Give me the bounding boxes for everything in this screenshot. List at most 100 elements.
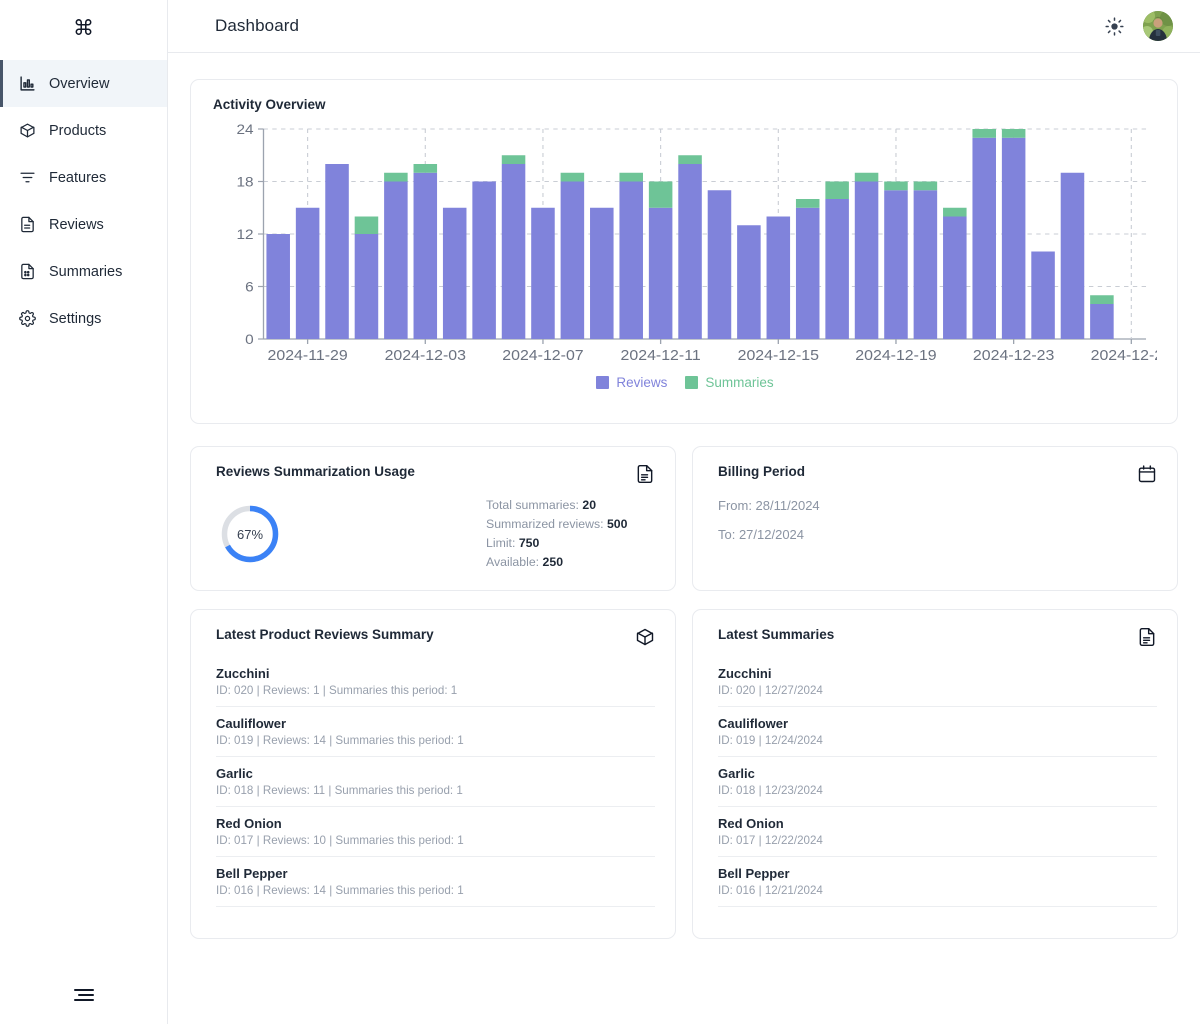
svg-text:2024-12-07: 2024-12-07 — [502, 348, 583, 364]
sidebar-item-label: Products — [49, 123, 106, 139]
topbar-actions — [1103, 11, 1173, 41]
card-header: Billing Period — [718, 464, 1157, 484]
list-item-name: Red Onion — [718, 816, 1157, 831]
legend-swatch-reviews — [596, 376, 609, 389]
list-item-name: Red Onion — [216, 816, 655, 831]
list-item[interactable]: Red Onion ID: 017 | Reviews: 10 | Summar… — [216, 807, 655, 857]
usage-stat-value: 250 — [543, 555, 564, 569]
card-title: Latest Summaries — [718, 627, 834, 642]
activity-overview-card: Activity Overview 061218242024-11-292024… — [190, 79, 1178, 424]
metrics-row: Reviews Summarization Usage — [190, 446, 1178, 591]
calendar-icon — [1137, 464, 1157, 484]
card-title: Activity Overview — [213, 97, 1157, 112]
dashboard-content: Activity Overview 061218242024-11-292024… — [168, 53, 1200, 1024]
list-item[interactable]: Zucchini ID: 020 | Reviews: 1 | Summarie… — [216, 657, 655, 707]
list-item-meta: ID: 019 | Reviews: 14 | Summaries this p… — [216, 734, 655, 747]
list-item-meta: ID: 019 | 12/24/2024 — [718, 734, 1157, 747]
card-title: Reviews Summarization Usage — [216, 464, 415, 479]
usage-stat-label: Summarized reviews: — [486, 517, 604, 531]
list-item-meta: ID: 018 | 12/23/2024 — [718, 784, 1157, 797]
svg-text:2024-12-23: 2024-12-23 — [973, 348, 1054, 364]
svg-text:2024-12-27: 2024-12-27 — [1091, 348, 1157, 364]
list-item-meta: ID: 016 | 12/21/2024 — [718, 884, 1157, 897]
sun-icon[interactable] — [1103, 15, 1125, 37]
list-item-name: Zucchini — [718, 666, 1157, 681]
list-item-name: Garlic — [718, 766, 1157, 781]
usage-stats: Total summaries: 20 Summarized reviews: … — [486, 496, 628, 572]
reviews-summarization-usage-card: Reviews Summarization Usage — [190, 446, 676, 591]
main-area: Dashboard — [168, 0, 1200, 1024]
usage-stat-value: 500 — [607, 517, 628, 531]
list-item[interactable]: Cauliflower ID: 019 | 12/24/2024 — [718, 707, 1157, 757]
list-item-name: Cauliflower — [216, 716, 655, 731]
legend-label-summaries: Summaries — [705, 375, 773, 390]
svg-text:0: 0 — [245, 333, 254, 348]
usage-stat-row: Available: 250 — [486, 553, 628, 572]
filter-icon — [19, 169, 36, 186]
billing-from-line: From: 28/11/2024 — [718, 498, 1157, 513]
card-title: Latest Product Reviews Summary — [216, 627, 434, 642]
sidebar-item-settings[interactable]: Settings — [0, 295, 167, 342]
sidebar-logo[interactable]: ⌘ — [0, 0, 167, 56]
sidebar-item-features[interactable]: Features — [0, 154, 167, 201]
collapse-menu-icon[interactable] — [71, 984, 97, 1006]
sidebar-item-summaries[interactable]: Summaries — [0, 248, 167, 295]
gear-icon — [19, 310, 36, 327]
card-title: Billing Period — [718, 464, 805, 479]
list-item-meta: ID: 020 | Reviews: 1 | Summaries this pe… — [216, 684, 655, 697]
sidebar-nav: Overview Products Features — [0, 60, 167, 342]
sidebar-item-label: Features — [49, 170, 106, 186]
legend-item-summaries[interactable]: Summaries — [685, 375, 773, 390]
summaries-list: Zucchini ID: 020 | 12/27/2024 Cauliflowe… — [718, 657, 1157, 907]
list-item[interactable]: Bell Pepper ID: 016 | Reviews: 14 | Summ… — [216, 857, 655, 907]
svg-text:6: 6 — [245, 280, 254, 295]
avatar[interactable] — [1143, 11, 1173, 41]
sidebar-footer — [0, 984, 167, 1006]
latest-product-reviews-card: Latest Product Reviews Summary Zucchini … — [190, 609, 676, 939]
sidebar-item-label: Overview — [49, 76, 109, 92]
latest-summaries-card: Latest Summaries Zucchini ID: 020 | 12/2… — [692, 609, 1178, 939]
list-item[interactable]: Red Onion ID: 017 | 12/22/2024 — [718, 807, 1157, 857]
usage-stat-value: 20 — [582, 498, 596, 512]
usage-stat-label: Limit: — [486, 536, 515, 550]
list-item-meta: ID: 017 | 12/22/2024 — [718, 834, 1157, 847]
legend-swatch-summaries — [685, 376, 698, 389]
sidebar-item-overview[interactable]: Overview — [0, 60, 167, 107]
list-item[interactable]: Garlic ID: 018 | 12/23/2024 — [718, 757, 1157, 807]
file-grid-icon — [19, 263, 36, 280]
list-item[interactable]: Zucchini ID: 020 | 12/27/2024 — [718, 657, 1157, 707]
svg-text:2024-12-15: 2024-12-15 — [738, 348, 819, 364]
usage-stat-row: Total summaries: 20 — [486, 496, 628, 515]
list-item-name: Zucchini — [216, 666, 655, 681]
svg-text:2024-12-19: 2024-12-19 — [855, 348, 936, 364]
usage-stat-row: Summarized reviews: 500 — [486, 515, 628, 534]
sidebar-item-label: Reviews — [49, 217, 104, 233]
usage-stat-label: Total summaries: — [486, 498, 579, 512]
billing-period-card: Billing Period From: 28/11/2024 To: 27/1… — [692, 446, 1178, 591]
usage-percent-label: 67% — [219, 503, 281, 565]
svg-text:24: 24 — [237, 123, 254, 138]
app-root: ⌘ Overview Products — [0, 0, 1200, 1024]
usage-stat-row: Limit: 750 — [486, 534, 628, 553]
usage-stat-value: 750 — [519, 536, 540, 550]
usage-stat-label: Available: — [486, 555, 539, 569]
legend-item-reviews[interactable]: Reviews — [596, 375, 667, 390]
command-logo-icon: ⌘ — [73, 18, 94, 39]
list-item-meta: ID: 016 | Reviews: 14 | Summaries this p… — [216, 884, 655, 897]
legend-label-reviews: Reviews — [616, 375, 667, 390]
list-item[interactable]: Cauliflower ID: 019 | Reviews: 14 | Summ… — [216, 707, 655, 757]
package-icon — [19, 122, 36, 139]
billing-to-line: To: 27/12/2024 — [718, 527, 1157, 542]
list-item[interactable]: Garlic ID: 018 | Reviews: 11 | Summaries… — [216, 757, 655, 807]
sidebar-item-products[interactable]: Products — [0, 107, 167, 154]
card-header: Latest Summaries — [718, 627, 1157, 647]
list-item[interactable]: Bell Pepper ID: 016 | 12/21/2024 — [718, 857, 1157, 907]
sidebar-item-reviews[interactable]: Reviews — [0, 201, 167, 248]
svg-text:2024-11-29: 2024-11-29 — [268, 348, 348, 364]
svg-text:2024-12-03: 2024-12-03 — [385, 348, 466, 364]
list-item-name: Garlic — [216, 766, 655, 781]
sidebar: ⌘ Overview Products — [0, 0, 168, 1024]
sidebar-item-label: Summaries — [49, 264, 122, 280]
list-item-name: Cauliflower — [718, 716, 1157, 731]
lists-row: Latest Product Reviews Summary Zucchini … — [190, 609, 1178, 939]
